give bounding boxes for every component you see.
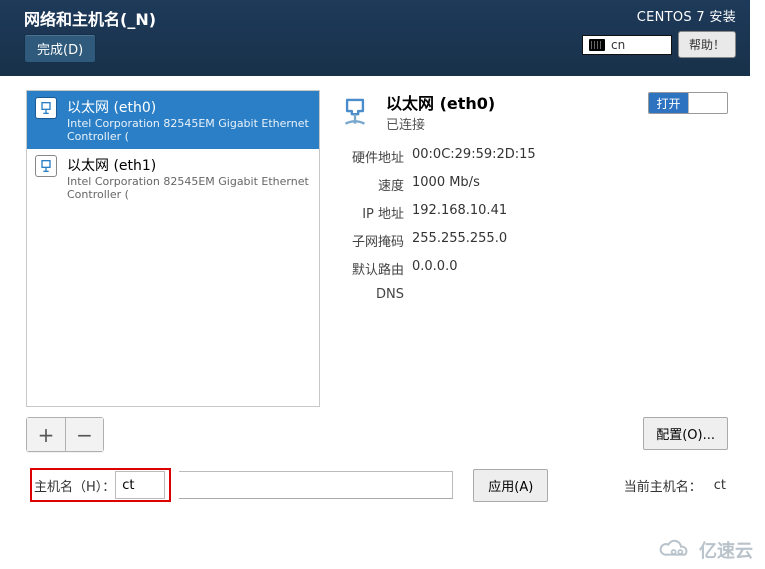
installer-brand: CENTOS 7 安装 [637, 6, 736, 25]
ethernet-icon [35, 155, 57, 177]
remove-interface-button[interactable]: − [65, 418, 103, 451]
ethernet-icon [334, 90, 376, 132]
value-netmask: 255.255.255.0 [412, 231, 736, 250]
ethernet-icon [35, 97, 57, 119]
add-interface-button[interactable]: + [27, 418, 65, 451]
watermark-text: 亿速云 [699, 537, 753, 563]
label-hw-address: 硬件地址 [334, 147, 404, 166]
label-speed: 速度 [334, 175, 404, 194]
detail-status: 已连接 [386, 114, 495, 133]
current-hostname-label: 当前主机名： [624, 476, 702, 495]
connection-toggle[interactable]: 打开 [648, 92, 728, 114]
label-default-route: 默认路由 [334, 259, 404, 278]
label-netmask: 子网掩码 [334, 231, 404, 250]
cloud-icon [655, 538, 695, 562]
add-remove-group: + − [26, 417, 104, 452]
value-hw-address: 00:0C:29:59:2D:15 [412, 147, 736, 166]
value-speed: 1000 Mb/s [412, 175, 736, 194]
toggle-knob [688, 93, 727, 113]
watermark: 亿速云 [649, 535, 759, 565]
value-ip: 192.168.10.41 [412, 203, 736, 222]
interface-name: 以太网 (eth1) [67, 155, 311, 175]
value-default-route: 0.0.0.0 [412, 259, 736, 278]
interface-subtitle: Intel Corporation 82545EM Gigabit Ethern… [67, 117, 311, 143]
interface-name: 以太网 (eth0) [67, 97, 311, 117]
help-button[interactable]: 帮助！ [678, 31, 736, 58]
detail-interface-title: 以太网 (eth0) [386, 90, 495, 114]
label-dns: DNS [334, 287, 404, 302]
keyboard-layout-label: cn [611, 38, 625, 52]
current-hostname-value: ct [714, 478, 726, 493]
interface-item-eth1[interactable]: 以太网 (eth1) Intel Corporation 82545EM Gig… [27, 149, 319, 207]
label-ip: IP 地址 [334, 203, 404, 222]
hostname-label: 主机名（H）： [34, 476, 115, 495]
hostname-input-extended[interactable] [179, 471, 453, 499]
toggle-on-label: 打开 [649, 93, 688, 113]
configure-button[interactable]: 配置(O)... [643, 417, 728, 450]
page-title: 网络和主机名(_N) [24, 6, 156, 30]
interface-item-eth0[interactable]: 以太网 (eth0) Intel Corporation 82545EM Gig… [27, 91, 319, 149]
hostname-highlight-box: 主机名（H）： [30, 468, 171, 502]
apply-hostname-button[interactable]: 应用(A) [473, 469, 548, 502]
keyboard-icon [589, 39, 605, 51]
interface-list: 以太网 (eth0) Intel Corporation 82545EM Gig… [26, 90, 320, 407]
done-button[interactable]: 完成(D) [24, 34, 96, 63]
keyboard-layout-selector[interactable]: cn [582, 35, 672, 55]
hostname-input[interactable] [115, 471, 165, 499]
interface-subtitle: Intel Corporation 82545EM Gigabit Ethern… [67, 175, 311, 201]
value-dns [412, 287, 736, 302]
